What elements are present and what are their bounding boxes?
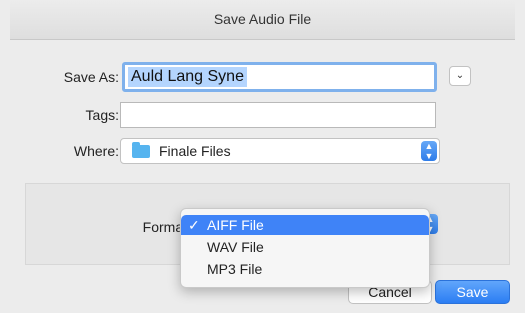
chevron-down-icon: ⌄ — [455, 70, 465, 81]
where-label: Where: — [73, 143, 119, 159]
up-down-chevron-icon: ▲ ▼ — [421, 141, 437, 161]
where-popup[interactable]: Finale Files ▲ ▼ — [120, 138, 440, 164]
format-option-mp3[interactable]: MP3 File — [181, 259, 429, 279]
dialog-title: Save Audio File — [10, 0, 515, 40]
save-as-value: Auld Lang Syne — [128, 67, 247, 87]
expand-dialog-button[interactable]: ⌄ — [449, 66, 471, 86]
checkmark-icon: ✓ — [188, 217, 200, 233]
save-button[interactable]: Save — [435, 280, 510, 304]
format-option-aiff[interactable]: ✓ AIFF File — [181, 215, 429, 235]
format-menu[interactable]: ✓ AIFF File WAV File MP3 File — [180, 208, 430, 288]
save-as-field[interactable]: Auld Lang Syne — [122, 62, 437, 92]
format-option-label: WAV File — [207, 239, 264, 255]
tags-label: Tags: — [85, 107, 119, 123]
format-option-label: AIFF File — [207, 217, 264, 233]
folder-icon — [132, 142, 150, 158]
format-label: Format — [142, 219, 187, 235]
where-value: Finale Files — [159, 143, 231, 159]
format-option-label: MP3 File — [207, 261, 263, 277]
save-audio-file-dialog: Save Audio File Save As: Auld Lang Syne … — [10, 0, 515, 313]
format-option-wav[interactable]: WAV File — [181, 237, 429, 257]
tags-field[interactable] — [120, 102, 436, 128]
save-as-label: Save As: — [63, 69, 119, 85]
